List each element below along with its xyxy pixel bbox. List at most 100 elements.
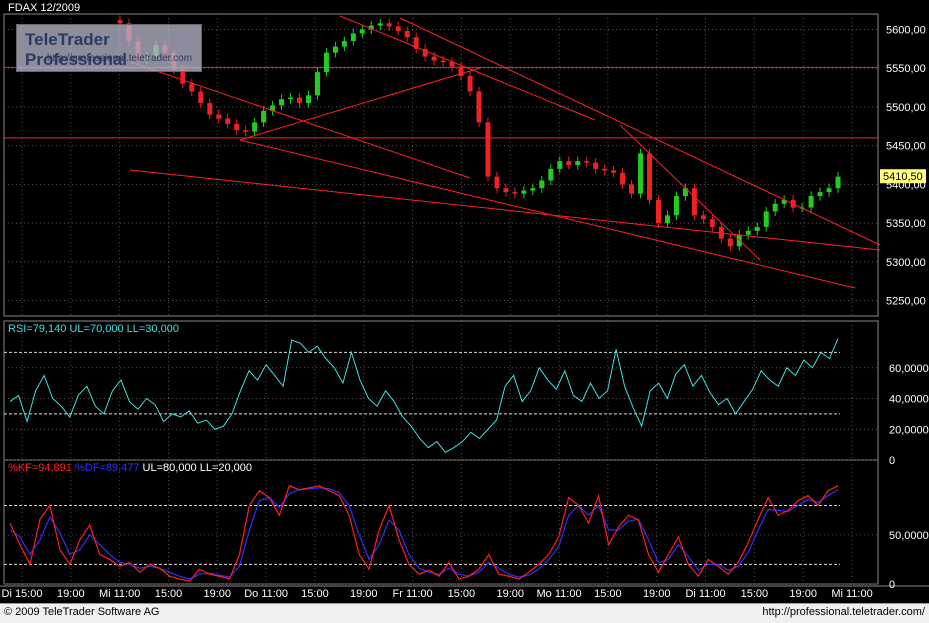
candle-body xyxy=(467,75,473,92)
candle-body xyxy=(602,168,608,171)
candle-body xyxy=(494,176,500,189)
candle-body xyxy=(350,33,356,42)
x-tick-label: 19:00 xyxy=(350,588,378,600)
rsi-label: RSI=79,140 UL=70,000 LL=30,000 xyxy=(8,323,179,335)
candle-body xyxy=(207,103,213,115)
candle-body xyxy=(772,203,778,212)
candle-body xyxy=(656,199,661,224)
candle-body xyxy=(476,91,482,123)
candle-body xyxy=(611,170,617,173)
rsi-tick-label: 20,0000 xyxy=(889,424,929,436)
candle-body xyxy=(305,95,311,104)
candle-body xyxy=(485,122,491,177)
x-tick-label: 15:00 xyxy=(741,588,769,600)
rsi-tick-label: 60,0000 xyxy=(889,363,929,375)
x-tick-label: 19:00 xyxy=(643,588,671,600)
candle-body xyxy=(584,161,590,163)
trendline xyxy=(239,139,856,289)
rsi-tick-label: 40,0000 xyxy=(889,394,929,406)
x-tick-label: Mi 11:00 xyxy=(99,588,140,600)
candle-body xyxy=(395,26,401,32)
watermark-brand: TeleTrader Professional xyxy=(25,30,128,69)
watermark-url: http://professional.teletrader.com xyxy=(47,53,193,64)
candle-body xyxy=(252,122,258,132)
stoch-tick-label: 0 xyxy=(889,579,895,591)
stoch-levels-label: UL=80,000 LL=20,000 xyxy=(142,462,253,474)
stoch-panel-frame xyxy=(3,459,879,585)
candle-body xyxy=(817,192,823,196)
candle-body xyxy=(763,211,769,227)
candle-body xyxy=(512,192,518,194)
price-tick-label: 5550,00 xyxy=(886,63,926,75)
candle-body xyxy=(664,215,670,224)
candle-body xyxy=(225,118,231,124)
candle-body xyxy=(629,184,635,194)
candle-body xyxy=(431,56,437,61)
candle-body xyxy=(826,188,832,193)
price-tick-label: 5350,00 xyxy=(886,218,926,230)
status-footer: © 2009 TeleTrader Software AG http://pro… xyxy=(0,603,929,623)
candle-body xyxy=(835,176,841,189)
price-tick-label: 5300,00 xyxy=(886,257,926,269)
x-tick-label: Mi 11:00 xyxy=(831,588,872,600)
candle-body xyxy=(557,161,563,169)
candle-body xyxy=(279,99,285,106)
candle-body xyxy=(548,168,554,181)
candle-body xyxy=(575,161,581,165)
candle-body xyxy=(530,188,536,191)
candle-body xyxy=(234,123,240,131)
stoch-df-line xyxy=(9,487,839,580)
candle-body xyxy=(288,97,294,100)
candle-body xyxy=(620,172,626,185)
x-tick-label: Fr 11:00 xyxy=(393,588,433,600)
stoch-tick-label: 50,0000 xyxy=(889,530,929,542)
x-tick-label: 15:00 xyxy=(155,588,183,600)
footer-link[interactable]: http://professional.teletrader.com/ xyxy=(762,606,925,618)
candle-body xyxy=(243,130,249,132)
x-tick-label: 15:00 xyxy=(448,588,476,600)
last-price-label: 5410,50 xyxy=(883,171,923,183)
x-tick-label: 15:00 xyxy=(301,588,329,600)
price-tick-label: 5500,00 xyxy=(886,102,926,114)
candle-body xyxy=(386,23,392,27)
candle-body xyxy=(745,230,751,235)
x-tick-label: 19:00 xyxy=(496,588,524,600)
candle-body xyxy=(404,31,410,38)
x-tick-label: Do 11:00 xyxy=(244,588,288,600)
stoch-df-label: %DF=89,477 xyxy=(74,462,140,474)
candle-body xyxy=(332,46,338,53)
candle-body xyxy=(700,215,706,220)
rsi-tick-label: 0 xyxy=(889,455,895,467)
price-tick-label: 5250,00 xyxy=(886,296,926,308)
x-tick-label: Di 15:00 xyxy=(2,588,43,600)
chart-title: FDAX 12/2009 xyxy=(8,2,81,14)
chart-canvas: Di 15:00 19:00 Mi 11:00 15:00 19:00 Do 11:00 1… xyxy=(0,13,929,600)
candle-body xyxy=(691,188,697,216)
candle-body xyxy=(117,20,123,24)
candle-body xyxy=(647,153,653,200)
rsi-panel-frame xyxy=(3,320,879,461)
candle-body xyxy=(341,41,347,47)
candle-body xyxy=(566,161,572,165)
x-tick-label: Mo 11:00 xyxy=(537,588,582,600)
candle-body xyxy=(727,238,733,247)
watermark-logo: TeleTrader Professional http://professio… xyxy=(16,24,202,72)
copyright-text: © 2009 TeleTrader Software AG xyxy=(4,606,160,618)
candle-body xyxy=(593,162,599,169)
x-tick-label: 19:00 xyxy=(204,588,232,600)
x-tick-label: Di 11:00 xyxy=(685,588,725,600)
x-tick-label: 19:00 xyxy=(789,588,817,600)
stoch-label: %KF=94,891 %DF=89,477 UL=80,000 LL=20,00… xyxy=(8,462,252,474)
candle-body xyxy=(709,219,715,227)
candle-body xyxy=(216,114,222,119)
candle-body xyxy=(440,60,446,63)
stoch-kf-label: %KF=94,891 xyxy=(8,462,72,474)
candle-body xyxy=(673,195,679,216)
candle-body xyxy=(198,91,204,104)
candle-body xyxy=(261,110,267,123)
candle-body xyxy=(503,188,509,193)
candle-body xyxy=(539,180,545,189)
candle-body xyxy=(754,226,760,231)
candle-body xyxy=(314,72,320,96)
stoch-kf-line xyxy=(9,485,839,582)
